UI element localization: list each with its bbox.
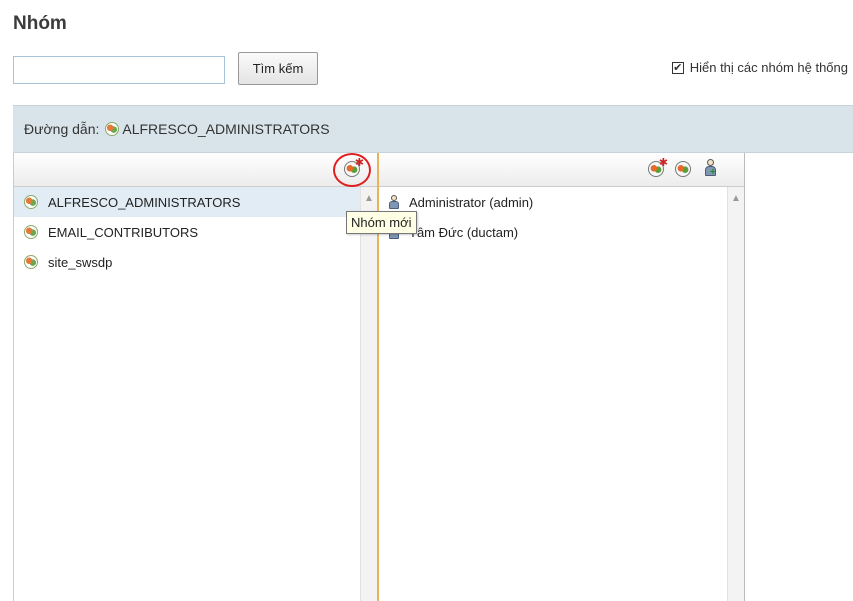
member-label: Administrator (admin) xyxy=(409,194,534,210)
members-scrollbar[interactable]: ▲ xyxy=(727,187,744,601)
list-item[interactable]: EMAIL_CONTRIBUTORS xyxy=(14,217,377,247)
members-list: Administrator (admin) Tâm Đức (ductam) xyxy=(379,187,744,247)
path-current-group[interactable]: ALFRESCO_ADMINISTRATORS xyxy=(122,121,329,137)
group-icon xyxy=(24,195,38,209)
group-icon xyxy=(24,225,38,239)
group-label: ALFRESCO_ADMINISTRATORS xyxy=(48,194,241,210)
member-label: Tâm Đức (ductam) xyxy=(409,224,519,240)
groups-panel: ✱ ALFRESCO_ADMINISTRATORS EMAIL_CONTRIBU… xyxy=(13,153,379,601)
groups-toolbar: ✱ xyxy=(14,153,377,187)
group-label: site_swsdp xyxy=(48,254,113,270)
scroll-up-icon[interactable]: ▲ xyxy=(364,193,374,204)
group-icon xyxy=(105,122,120,136)
page-title: Nhóm xyxy=(13,13,67,34)
search-button[interactable]: Tìm kếm xyxy=(238,52,318,85)
list-item[interactable]: site_swsdp xyxy=(14,247,377,277)
list-item[interactable]: Administrator (admin) xyxy=(379,187,744,217)
new-group-icon[interactable]: ✱ xyxy=(344,157,364,177)
show-system-groups-toggle[interactable]: ✔ Hiển thị các nhóm hệ thống xyxy=(671,60,848,75)
path-breadcrumb: Đường dẫn: ALFRESCO_ADMINISTRATORS xyxy=(13,105,853,153)
user-icon xyxy=(389,195,399,209)
scroll-up-icon[interactable]: ▲ xyxy=(731,193,741,204)
group-label: EMAIL_CONTRIBUTORS xyxy=(48,224,199,240)
members-toolbar: ✱ + xyxy=(379,153,744,187)
list-item[interactable]: Tâm Đức (ductam) xyxy=(379,217,744,247)
add-user-icon[interactable]: + xyxy=(704,159,716,178)
show-system-groups-checkbox[interactable]: ✔ xyxy=(671,61,684,74)
show-system-groups-label: Hiển thị các nhóm hệ thống xyxy=(689,60,848,75)
members-panel: ✱ + Administrator (admin) Tâm Đức (ducta… xyxy=(379,153,745,601)
path-label: Đường dẫn: xyxy=(24,121,100,137)
groups-list: ALFRESCO_ADMINISTRATORS EMAIL_CONTRIBUTO… xyxy=(14,187,377,277)
search-input[interactable] xyxy=(13,56,225,84)
add-subgroup-icon[interactable]: ✱ xyxy=(648,157,668,177)
groups-scrollbar[interactable]: ▲ xyxy=(360,187,377,601)
add-existing-group-icon[interactable] xyxy=(675,161,691,177)
list-item[interactable]: ALFRESCO_ADMINISTRATORS xyxy=(14,187,377,217)
new-group-tooltip: Nhóm mới xyxy=(346,211,417,234)
group-icon xyxy=(24,255,38,269)
